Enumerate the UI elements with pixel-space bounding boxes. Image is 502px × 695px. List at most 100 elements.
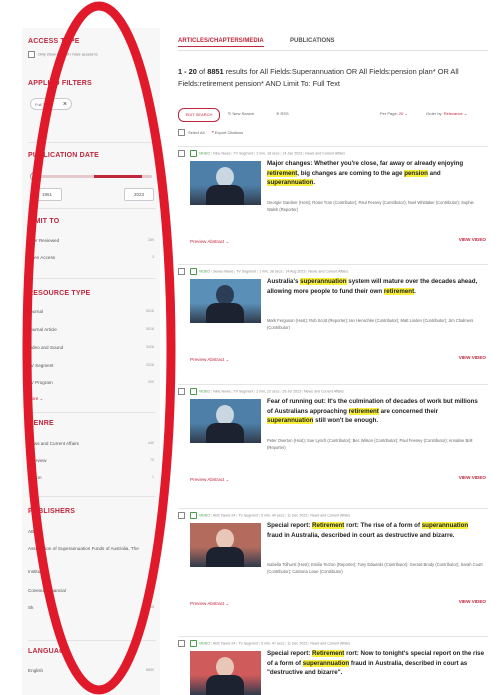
resource-item-journal[interactable]: Journal 5016	[28, 309, 156, 319]
limit-item-count: 289	[148, 238, 154, 242]
tab-publications[interactable]: PUBLICATIONS	[290, 38, 335, 44]
result-checkbox[interactable]	[178, 640, 185, 647]
date-to-input[interactable]: 2023	[124, 188, 154, 201]
preview-abstract-link[interactable]: Preview Abstract ⌄	[190, 357, 229, 363]
resource-item-tv-segment[interactable]: TV Segment 3226	[28, 363, 156, 373]
resource-item-tv-program[interactable]: TV Program 200	[28, 380, 156, 390]
resource-item-journal-article[interactable]: Journal Article 5016	[28, 327, 156, 337]
order-by-select[interactable]: Order by: Relevance ⌄	[426, 111, 467, 116]
language-heading: LANGUAGE	[28, 648, 70, 655]
view-video-link[interactable]: VIEW VIDEO	[459, 355, 486, 360]
rss-link[interactable]: ≋ RSS	[276, 111, 289, 116]
results-total: 8851	[207, 67, 224, 76]
result-meta-field: 11 Dec 2023	[287, 641, 308, 646]
video-thumbnail[interactable]	[190, 161, 261, 205]
genre-item-news[interactable]: News and Current Affairs 440	[28, 441, 156, 451]
result-checkbox[interactable]	[178, 388, 185, 395]
per-page-select[interactable]: Per Page: 20 ⌄	[380, 111, 408, 116]
publisher-item[interactable]: Association of Superannuation Funds of A…	[28, 546, 156, 560]
video-thumbnail[interactable]	[190, 523, 261, 567]
result-contributors: Peter Overton (Host); Sue Lynch (Contrib…	[267, 438, 473, 450]
highlighted-term: pension	[404, 169, 428, 177]
access-type-option[interactable]: Only show content I have access to	[28, 51, 156, 58]
export-citations-link[interactable]: ❞ Export Citations	[212, 130, 244, 135]
publisher-item[interactable]: ABC	[28, 529, 156, 539]
limit-to-heading: LIMIT TO	[28, 218, 60, 225]
result-meta-field: Nine News	[213, 389, 231, 394]
access-checkbox[interactable]	[28, 51, 35, 58]
preview-abstract-link[interactable]: Preview Abstract ⌄	[190, 477, 229, 483]
date-range-track[interactable]	[34, 175, 152, 178]
result-checkbox[interactable]	[178, 268, 185, 275]
highlighted-term: Retirement	[312, 650, 345, 657]
result-meta: VIDEO | Nine News | TV Segment | 2 min, …	[178, 150, 488, 158]
select-all-checkbox[interactable]	[178, 129, 185, 136]
tab-articles-chapters-media[interactable]: ARTICLES/CHAPTERS/MEDIA	[178, 38, 264, 47]
refresh-icon: ↻	[228, 111, 232, 116]
presenter-body	[206, 423, 244, 443]
date-from-input[interactable]: 1951	[32, 188, 62, 201]
chevron-down-icon: ⌄	[39, 396, 44, 401]
access-icon	[190, 640, 197, 647]
chevron-down-icon: ⌄	[224, 239, 230, 244]
applied-filter-chip[interactable]: Full Text ×	[30, 98, 72, 110]
result-title[interactable]: Australia's superannuation system will m…	[267, 277, 485, 296]
result-divider	[178, 508, 488, 509]
publisher-item[interactable]: Institute	[28, 569, 156, 579]
result-title[interactable]: Major changes: Whether you're close, far…	[267, 159, 485, 188]
view-video-link[interactable]: VIEW VIDEO	[459, 237, 486, 242]
divider	[28, 208, 156, 209]
date-range-handle-start[interactable]	[30, 172, 39, 181]
publication-date-heading: PUBLICATION DATE	[28, 152, 99, 159]
publisher-item[interactable]: Sk 95	[28, 605, 156, 615]
preview-abstract-link[interactable]: Preview Abstract ⌄	[190, 239, 229, 245]
new-search-link[interactable]: ↻ New Search	[228, 111, 254, 116]
highlighted-term: Retirement	[312, 522, 345, 529]
applied-filters-heading: APPLIED FILTERS	[28, 80, 92, 87]
title-text: still won't be enough.	[313, 417, 379, 425]
result-meta-field: ABC News 24	[212, 513, 236, 518]
limit-item-open-access[interactable]: Open Access 3	[28, 255, 156, 265]
preview-abstract-link[interactable]: Preview Abstract ⌄	[190, 601, 229, 607]
video-thumbnail[interactable]	[190, 651, 261, 695]
resource-more-label: More	[28, 396, 39, 401]
video-thumbnail[interactable]	[190, 399, 261, 443]
view-video-link[interactable]: VIEW VIDEO	[459, 475, 486, 480]
preview-abstract-label: Preview Abstract	[190, 239, 225, 244]
genre-item-interview[interactable]: Interview 70	[28, 458, 156, 468]
limit-item-peer-reviewed[interactable]: Peer Reviewed 289	[28, 238, 156, 248]
close-icon[interactable]: ×	[63, 99, 67, 111]
video-thumbnail[interactable]	[190, 279, 261, 323]
result-meta-field: TV Segment	[233, 389, 254, 394]
resource-item-video-and-sound[interactable]: Video and Sound 3426	[28, 345, 156, 355]
publisher-item[interactable]: Conexus Financial	[28, 588, 156, 598]
publishers-section: PUBLISHERS ABC Association of Superannua…	[28, 508, 156, 610]
result-meta-field: 1 min, 38 secs	[259, 269, 283, 274]
result-meta-field: News and Current Affairs	[310, 641, 351, 646]
result-title[interactable]: Fear of running out: It's the culminatio…	[267, 397, 485, 426]
genre-section: GENRE News and Current Affairs 440 Interv…	[28, 420, 156, 480]
language-item-english[interactable]: English 8850	[28, 668, 156, 678]
resource-more-link[interactable]: More ⌄	[28, 396, 156, 406]
genre-item-label: Interview	[28, 458, 47, 463]
language-item-count: 8850	[146, 668, 154, 672]
result-meta-field: ABC News 24	[212, 641, 236, 646]
genre-item-fiction[interactable]: Fiction 1	[28, 475, 156, 485]
title-text: .	[313, 179, 316, 187]
result-checkbox[interactable]	[178, 150, 185, 157]
result-meta-field: 6 min, 47 secs	[261, 641, 285, 646]
view-video-link[interactable]: VIEW VIDEO	[459, 599, 486, 604]
select-all-label: Select All	[188, 129, 205, 135]
result-meta: VIDEO | Seven News | TV Segment | 1 min,…	[178, 268, 488, 276]
select-all-control[interactable]: Select All	[178, 129, 205, 136]
result-title[interactable]: Special report: Retirement rort: Now to …	[267, 649, 485, 678]
presenter-face	[216, 529, 234, 549]
result-divider	[178, 636, 488, 637]
preview-abstract-label: Preview Abstract	[190, 477, 225, 482]
date-range-fill	[94, 175, 142, 178]
resource-item-count: 3226	[146, 363, 154, 367]
edit-search-button[interactable]: EDIT SEARCH	[178, 108, 220, 122]
result-checkbox[interactable]	[178, 512, 185, 519]
result-meta-field: TV Segment	[233, 151, 254, 156]
result-title[interactable]: Special report: Retirement rort: The ris…	[267, 521, 485, 540]
